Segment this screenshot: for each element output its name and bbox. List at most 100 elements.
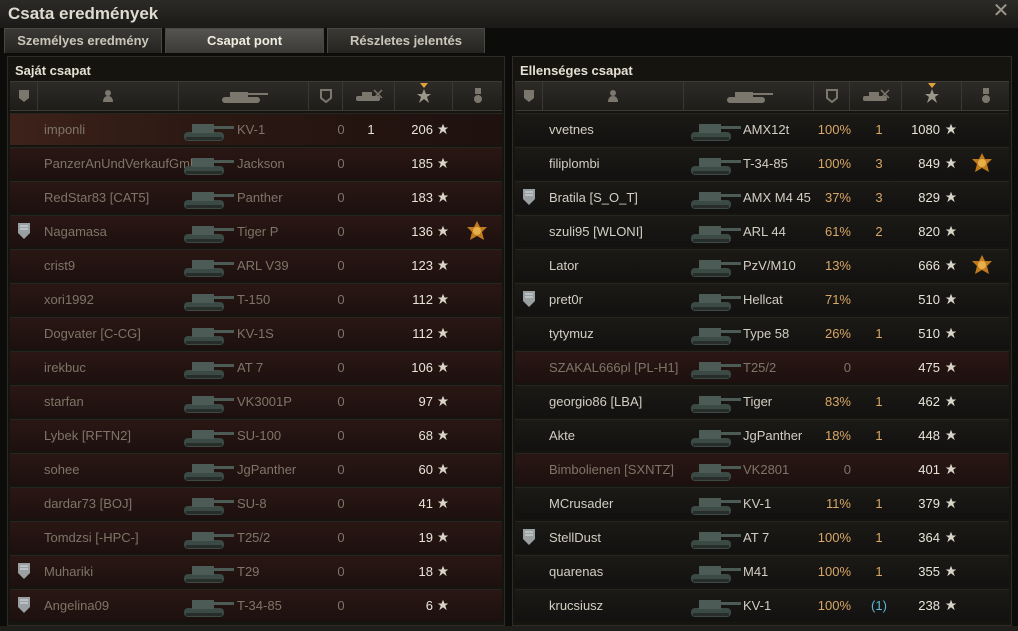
tank-name: JgPanther: [743, 428, 803, 443]
bottom-strip: [0, 626, 1018, 631]
player-name: Muhariki: [44, 564, 94, 579]
rank-shield-icon[interactable]: [10, 82, 38, 110]
tank-name: VK2801: [743, 462, 790, 477]
points-value: 1080: [911, 122, 940, 137]
own-team-title: Saját csapat: [15, 63, 91, 78]
points-value: 136: [411, 224, 433, 239]
tank-name: Type 58: [743, 326, 790, 341]
tank-name: Tiger: [743, 394, 773, 409]
points-value: 401: [918, 462, 940, 477]
close-icon[interactable]: ✕: [992, 1, 1010, 21]
table-row[interactable]: imponli KV-1 0 1 206: [10, 113, 502, 145]
points-value: 379: [918, 496, 940, 511]
player-name: StellDust: [549, 530, 602, 545]
table-row[interactable]: irekbuc AT 7 0 106: [10, 351, 502, 383]
tab-personal-result[interactable]: Személyes eredmény: [4, 28, 162, 53]
star-icon: [437, 463, 449, 475]
points-value: 18: [418, 564, 433, 579]
destroyed-tank-icon[interactable]: [343, 82, 395, 110]
star-icon: [437, 599, 449, 611]
points-value: 510: [918, 326, 940, 341]
table-row[interactable]: Akte JgPanther 18% 1 448: [515, 419, 1009, 451]
player-name: filiplombi: [549, 156, 600, 171]
tab-team-score[interactable]: Csapat pont: [165, 28, 324, 53]
table-row[interactable]: MCrusader KV-1 11% 1 379: [515, 487, 1009, 519]
kills-value: 1: [875, 530, 883, 545]
tank-name: Jackson: [237, 156, 285, 171]
damage-value: 0: [337, 360, 345, 375]
table-row[interactable]: krucsiusz KV-1 100% (1) 238: [515, 589, 1009, 621]
player-silhouette-icon[interactable]: [38, 82, 179, 110]
table-row[interactable]: Lybek [RFTN2] SU-100 0 68: [10, 419, 502, 451]
player-name: starfan: [44, 394, 84, 409]
shield-icon[interactable]: [814, 82, 850, 110]
table-row[interactable]: crist9 ARL V39 0 123: [10, 249, 502, 281]
table-row[interactable]: Muhariki T29 0 18: [10, 555, 502, 587]
tab-bar: Személyes eredmény Csapat pont Részletes…: [4, 28, 1014, 54]
table-row[interactable]: PanzerAnUndVerkaufGmb Jackson 0 185: [10, 147, 502, 179]
table-row[interactable]: Nagamasa Tiger P 0 136: [10, 215, 502, 247]
table-row[interactable]: starfan VK3001P 0 97: [10, 385, 502, 417]
medal-icon[interactable]: [453, 82, 502, 110]
table-row[interactable]: Dogvater [C-CG] KV-1S 0 112: [10, 317, 502, 349]
star-icon[interactable]: [395, 82, 453, 110]
table-row[interactable]: quarenas M41 100% 1 355: [515, 555, 1009, 587]
tank-name: Hellcat: [743, 292, 783, 307]
star-icon: [945, 599, 957, 611]
points-value: 829: [918, 190, 940, 205]
table-row[interactable]: StellDust AT 7 100% 1 364: [515, 521, 1009, 553]
tank-icon[interactable]: [684, 82, 814, 110]
own-column-header: [10, 81, 502, 111]
table-row[interactable]: SZAKAL666pl [PL-H1] T25/2 0 475: [515, 351, 1009, 383]
table-row[interactable]: sohee JgPanther 0 60: [10, 453, 502, 485]
table-row[interactable]: Bratila [S_O_T] AMX M4 45 37% 3 829: [515, 181, 1009, 213]
damage-percent: 100%: [817, 122, 851, 137]
table-row[interactable]: dardar73 [BOJ] SU-8 0 41: [10, 487, 502, 519]
table-row[interactable]: Tomdzsi [-HPC-] T25/2 0 19: [10, 521, 502, 553]
rank-shield-icon[interactable]: [515, 82, 543, 110]
damage-value: 0: [337, 428, 345, 443]
damage-value: 0: [337, 224, 345, 239]
table-row[interactable]: Angelina09 T-34-85 0 6: [10, 589, 502, 621]
destroyed-tank-icon[interactable]: [850, 82, 902, 110]
tank-name: T25/2: [743, 360, 777, 375]
player-silhouette-icon[interactable]: [543, 82, 684, 110]
points-value: 112: [412, 292, 433, 307]
points-value: 849: [918, 156, 940, 171]
tank-name: KV-1: [743, 598, 772, 613]
points-value: 60: [418, 462, 433, 477]
tab-detailed-report[interactable]: Részletes jelentés: [327, 28, 485, 53]
star-icon: [437, 123, 449, 135]
damage-value: 0: [337, 156, 345, 171]
damage-percent: 37%: [824, 190, 851, 205]
damage-value: 0: [337, 122, 345, 137]
star-icon: [945, 293, 957, 305]
medal-icon[interactable]: [962, 82, 1009, 110]
star-icon: [437, 531, 449, 543]
table-row[interactable]: szuli95 [WLONI] ARL 44 61% 2 820: [515, 215, 1009, 247]
table-row[interactable]: filiplombi T-34-85 100% 3 849: [515, 147, 1009, 179]
table-row[interactable]: tytymuz Type 58 26% 1 510: [515, 317, 1009, 349]
star-icon: [945, 361, 957, 373]
damage-percent: 0: [843, 360, 851, 375]
table-row[interactable]: Bimbolienen [SXNTZ] VK2801 0 401: [515, 453, 1009, 485]
player-name: imponli: [44, 122, 86, 137]
points-value: 106: [411, 360, 433, 375]
star-icon: [437, 259, 449, 271]
rank-shield-icon: [17, 562, 31, 580]
table-row[interactable]: RedStar83 [CAT5] Panther 0 183: [10, 181, 502, 213]
table-row[interactable]: xori1992 T-150 0 112: [10, 283, 502, 315]
points-value: 123: [411, 258, 433, 273]
tank-name: ARL 44: [743, 224, 786, 239]
table-row[interactable]: georgio86 [LBA] Tiger 83% 1 462: [515, 385, 1009, 417]
table-row[interactable]: pret0r Hellcat 71% 510: [515, 283, 1009, 315]
table-row[interactable]: Lator PzV/M10 13% 666: [515, 249, 1009, 281]
tank-name: KV-1: [743, 496, 772, 511]
damage-percent: 11%: [825, 496, 851, 511]
enemy-team-panel: Ellenséges csapat vvetnes AMX12t 100% 1 1080…: [512, 56, 1012, 626]
table-row[interactable]: vvetnes AMX12t 100% 1 1080: [515, 113, 1009, 145]
shield-icon[interactable]: [309, 82, 343, 110]
tank-icon[interactable]: [179, 82, 309, 110]
star-icon[interactable]: [902, 82, 962, 110]
star-icon: [437, 565, 449, 577]
